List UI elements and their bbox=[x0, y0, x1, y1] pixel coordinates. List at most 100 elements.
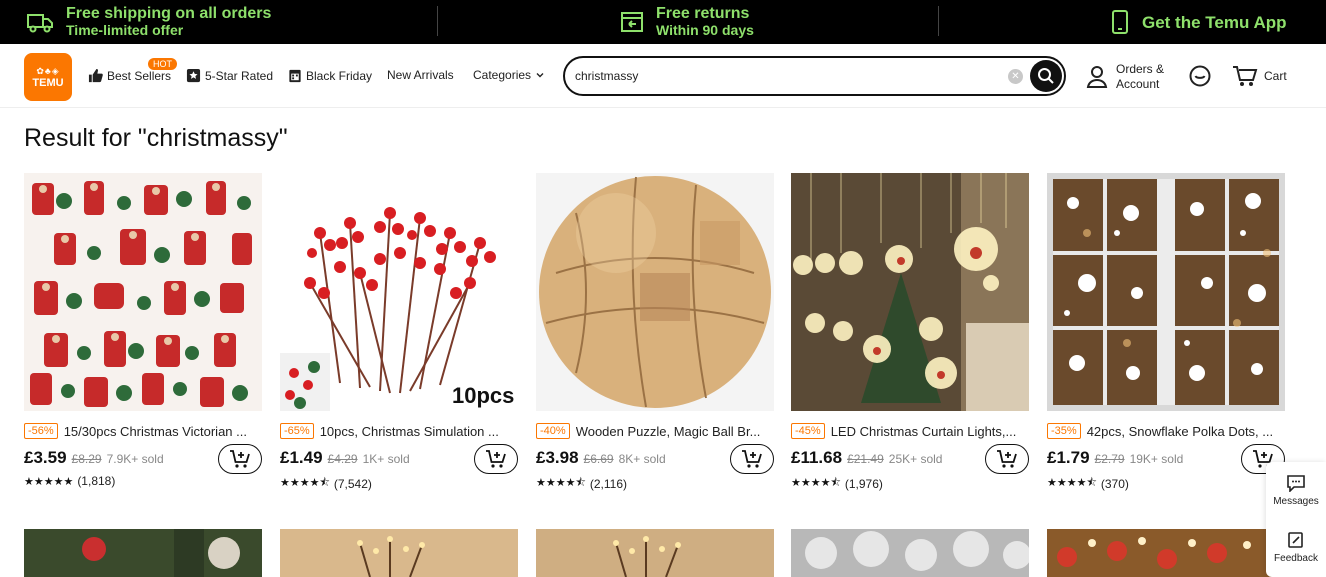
original-price: £6.69 bbox=[583, 452, 614, 466]
discount-badge: -35% bbox=[1047, 423, 1081, 439]
star-rating: ★★★★⯪ bbox=[280, 477, 330, 489]
return-box-icon bbox=[621, 12, 643, 32]
free-shipping-promo[interactable]: Free shipping on all orders Time-limited… bbox=[26, 0, 271, 44]
search-button[interactable] bbox=[1030, 60, 1062, 92]
product-title[interactable]: 15/30pcs Christmas Victorian ... bbox=[64, 424, 259, 439]
temu-logo[interactable]: ✿♣◈ TEMU bbox=[24, 53, 72, 101]
nav-categories[interactable]: Categories bbox=[473, 68, 545, 82]
cart-button[interactable]: Cart bbox=[1232, 64, 1287, 88]
add-cart-icon bbox=[742, 450, 762, 468]
nav-five-star-rated[interactable]: 5-Star Rated bbox=[186, 68, 273, 83]
categories-label: Categories bbox=[473, 68, 532, 82]
search-icon bbox=[1038, 68, 1054, 84]
star-rating: ★★★★⯪ bbox=[536, 477, 586, 489]
get-app-promo[interactable]: Get the Temu App bbox=[1110, 0, 1287, 44]
product-image-partial[interactable] bbox=[1047, 529, 1285, 577]
account-label: Account bbox=[1116, 77, 1160, 91]
feedback-icon bbox=[1288, 532, 1303, 548]
new-arrivals-label: New Arrivals bbox=[387, 68, 454, 82]
product-title[interactable]: 42pcs, Snowflake Polka Dots, ... bbox=[1087, 424, 1282, 439]
star-rating: ★★★★⯪ bbox=[1047, 477, 1097, 489]
divider bbox=[938, 6, 939, 36]
free-returns-promo[interactable]: Free returns Within 90 days bbox=[620, 0, 754, 44]
floating-side-panel: Messages Feedback bbox=[1266, 462, 1326, 577]
product-image-partial[interactable] bbox=[24, 529, 262, 577]
calendar-icon bbox=[289, 69, 301, 83]
review-count: (2,116) bbox=[589, 476, 628, 491]
product-price: £3.98 bbox=[536, 448, 579, 467]
main-nav: ✿♣◈ TEMU Best Sellers HOT 5-Star Rated B… bbox=[0, 44, 1326, 108]
product-image-wooden-puzzle-ball[interactable] bbox=[536, 173, 774, 411]
cart-icon bbox=[1233, 66, 1258, 86]
thumbs-up-icon bbox=[88, 68, 103, 83]
product-card[interactable]: 10pcs -65% 10pcs, Christmas Simulation .… bbox=[280, 173, 518, 493]
discount-badge: -40% bbox=[536, 423, 570, 439]
nav-best-sellers[interactable]: Best Sellers bbox=[88, 68, 171, 83]
promo-bar: Free shipping on all orders Time-limited… bbox=[0, 0, 1326, 44]
product-title[interactable]: 10pcs, Christmas Simulation ... bbox=[320, 424, 515, 439]
sold-count: 7.9K+ sold bbox=[106, 452, 164, 466]
search-bar: ✕ bbox=[563, 56, 1066, 96]
discount-badge: -65% bbox=[280, 423, 314, 439]
product-price: £1.49 bbox=[280, 448, 323, 467]
product-image-red-berries[interactable]: 10pcs bbox=[280, 173, 518, 411]
black-friday-label: Black Friday bbox=[306, 68, 373, 83]
product-card[interactable]: -35% 42pcs, Snowflake Polka Dots, ... £1… bbox=[1047, 173, 1285, 493]
cart-label: Cart bbox=[1264, 69, 1287, 83]
product-image-partial[interactable] bbox=[280, 529, 518, 577]
add-cart-icon bbox=[486, 450, 506, 468]
nav-new-arrivals[interactable]: New Arrivals bbox=[387, 68, 454, 82]
add-cart-icon bbox=[997, 450, 1017, 468]
get-app-label: Get the Temu App bbox=[1142, 12, 1287, 32]
truck-icon bbox=[27, 14, 53, 33]
sold-count: 19K+ sold bbox=[1129, 452, 1184, 466]
orders-label: Orders & bbox=[1116, 62, 1165, 76]
returns-line1: Free returns bbox=[656, 5, 750, 22]
support-button[interactable] bbox=[1188, 64, 1212, 93]
review-count: (370) bbox=[1100, 476, 1129, 491]
pack-count-overlay: 10pcs bbox=[452, 383, 514, 408]
orders-account[interactable]: Orders & Account bbox=[1086, 62, 1164, 92]
product-image-partial[interactable] bbox=[536, 529, 774, 577]
sold-count: 1K+ sold bbox=[362, 452, 410, 466]
product-image-victorian-ornaments[interactable] bbox=[24, 173, 262, 411]
nav-black-friday[interactable]: Black Friday bbox=[288, 68, 372, 83]
chevron-down-icon bbox=[536, 73, 544, 78]
review-count: (1,976) bbox=[844, 476, 883, 491]
sold-count: 8K+ sold bbox=[618, 452, 666, 466]
logo-symbols: ✿♣◈ bbox=[36, 66, 60, 76]
add-to-cart-button[interactable] bbox=[985, 444, 1029, 474]
original-price: £8.29 bbox=[71, 452, 102, 466]
five-star-label: 5-Star Rated bbox=[205, 68, 274, 83]
product-title[interactable]: LED Christmas Curtain Lights,... bbox=[831, 424, 1026, 439]
product-image-partial[interactable] bbox=[791, 529, 1029, 577]
product-card[interactable]: -56% 15/30pcs Christmas Victorian ... £3… bbox=[24, 173, 262, 488]
add-to-cart-button[interactable] bbox=[730, 444, 774, 474]
results-heading: Result for "christmassy" bbox=[24, 124, 288, 152]
search-input[interactable] bbox=[575, 67, 995, 85]
product-card[interactable]: -40% Wooden Puzzle, Magic Ball Br... £3.… bbox=[536, 173, 774, 493]
product-card[interactable]: -45% LED Christmas Curtain Lights,... £1… bbox=[791, 173, 1029, 493]
product-image-led-curtain-lights[interactable] bbox=[791, 173, 1029, 411]
add-to-cart-button[interactable] bbox=[218, 444, 262, 474]
star-rating: ★★★★★ bbox=[24, 475, 74, 488]
sold-count: 25K+ sold bbox=[888, 452, 943, 466]
shipping-line2: Time-limited offer bbox=[66, 22, 184, 38]
review-count: (1,818) bbox=[77, 474, 116, 488]
product-price: £11.68 bbox=[791, 448, 843, 467]
divider bbox=[437, 6, 438, 36]
review-count: (7,542) bbox=[333, 476, 372, 491]
product-image-snowflake-stickers[interactable] bbox=[1047, 173, 1285, 411]
messages-label: Messages bbox=[1273, 496, 1319, 507]
chat-smile-icon bbox=[1189, 65, 1211, 87]
product-price: £1.79 bbox=[1047, 448, 1090, 467]
add-to-cart-button[interactable] bbox=[474, 444, 518, 474]
feedback-button[interactable]: Feedback bbox=[1266, 519, 1326, 576]
returns-line2: Within 90 days bbox=[656, 22, 754, 38]
hot-badge: HOT bbox=[148, 58, 177, 70]
product-title[interactable]: Wooden Puzzle, Magic Ball Br... bbox=[576, 424, 771, 439]
clear-search-icon[interactable]: ✕ bbox=[1008, 69, 1023, 84]
discount-badge: -45% bbox=[791, 423, 825, 439]
phone-icon bbox=[1112, 10, 1128, 34]
messages-button[interactable]: Messages bbox=[1266, 462, 1326, 519]
